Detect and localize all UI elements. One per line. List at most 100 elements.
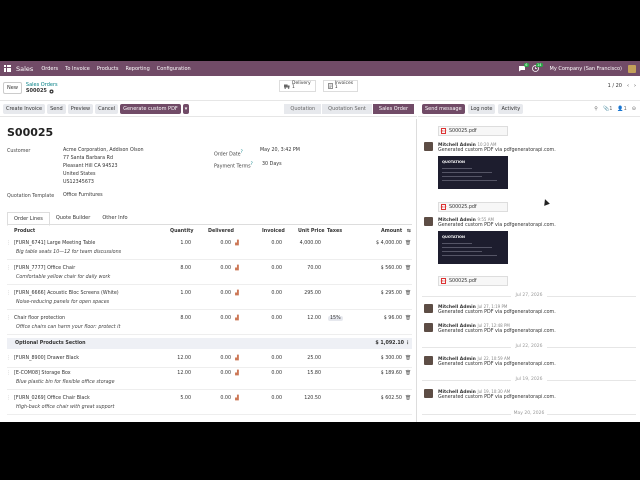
line-invoiced[interactable]: 0.00 (271, 316, 282, 321)
new-button[interactable]: New (3, 82, 22, 94)
menu-configuration[interactable]: Configuration (157, 66, 191, 72)
status-sales-order[interactable]: Sales Order (372, 103, 414, 114)
pdf-attachment[interactable]: PDF S00025.pdf (438, 126, 508, 136)
line-amount[interactable]: $ 295.00 (381, 291, 402, 296)
trash-icon[interactable]: 🗑 (405, 266, 411, 271)
trash-icon[interactable]: 🗑 (405, 241, 411, 246)
drag-handle-icon[interactable]: ⋮ (6, 371, 11, 376)
column-settings-icon[interactable]: ⇆ (407, 229, 411, 234)
activity-button[interactable]: Activity (498, 103, 524, 114)
forecast-chart-icon[interactable]: ▟ (235, 291, 239, 296)
line-quantity[interactable]: 12.00 (177, 356, 191, 361)
line-product[interactable]: [FURN_0269] Office Chair Black (14, 396, 90, 401)
col-taxes[interactable]: Taxes (327, 229, 342, 234)
line-quantity[interactable]: 5.00 (180, 396, 191, 401)
line-amount[interactable]: $ 189.60 (381, 371, 402, 376)
line-delivered[interactable]: 0.00 (220, 371, 231, 376)
menu-reporting[interactable]: Reporting (125, 66, 149, 72)
line-amount[interactable]: $ 602.50 (381, 396, 402, 401)
invoices-smart-button[interactable]: Invoices 1 (322, 80, 359, 92)
col-invoiced[interactable]: Invoiced (262, 229, 285, 234)
drag-handle-icon[interactable]: ⋮ (6, 396, 11, 401)
line-quantity[interactable]: 8.00 (180, 316, 191, 321)
attachment-paperclip-icon[interactable]: 📎1 (603, 106, 612, 112)
forecast-chart-icon[interactable]: ▟ (235, 316, 239, 321)
line-amount[interactable]: $ 560.00 (381, 266, 402, 271)
cancel-button[interactable]: Cancel (95, 103, 119, 114)
gear-icon[interactable] (49, 89, 54, 94)
line-delivered[interactable]: 0.00 (220, 241, 231, 246)
drag-handle-icon[interactable]: ⋮ (6, 291, 11, 296)
line-product[interactable]: [FURN_6666] Acoustic Bloc Screens (White… (14, 291, 119, 296)
line-invoiced[interactable]: 0.00 (271, 241, 282, 246)
drag-handle-icon[interactable]: ⋮ (6, 266, 11, 271)
status-quotation[interactable]: Quotation (284, 103, 322, 114)
pdf-attachment[interactable]: PDF S00025.pdf (438, 202, 508, 212)
company-switcher[interactable]: My Company (San Francisco) (550, 66, 623, 72)
line-product[interactable]: [FURN_6741] Large Meeting Table (14, 241, 95, 246)
pager-prev-icon[interactable]: ‹ (627, 83, 629, 89)
col-product[interactable]: Product (14, 229, 35, 234)
section-row[interactable]: Optional Products Section $ 1,092.10 ⋮ (7, 338, 412, 349)
author-avatar[interactable] (424, 217, 433, 226)
line-unit-price[interactable]: 12.00 (307, 316, 321, 321)
quotation-template-field[interactable]: Office Furnitures (63, 192, 103, 200)
line-quantity[interactable]: 8.00 (180, 266, 191, 271)
trash-icon[interactable]: 🗑 (405, 291, 411, 296)
line-unit-price[interactable]: 120.50 (304, 396, 321, 401)
line-invoiced[interactable]: 0.00 (271, 266, 282, 271)
line-unit-price[interactable]: 4,000.00 (300, 241, 321, 246)
line-quantity[interactable]: 1.00 (180, 291, 191, 296)
line-product[interactable]: Chair floor protection (14, 316, 65, 321)
col-delivered[interactable]: Delivered (208, 229, 234, 234)
line-invoiced[interactable]: 0.00 (271, 396, 282, 401)
apps-grid-icon[interactable] (4, 65, 11, 72)
send-message-button[interactable]: Send message (422, 103, 465, 114)
forecast-chart-icon[interactable]: ▟ (235, 241, 239, 246)
line-product[interactable]: [E-COM08] Storage Box (14, 371, 71, 376)
forecast-chart-icon[interactable]: ▟ (235, 371, 239, 376)
log-note-button[interactable]: Log note (467, 103, 496, 114)
pager-next-icon[interactable]: › (634, 83, 636, 89)
trash-icon[interactable]: 🗑 (405, 396, 411, 401)
menu-orders[interactable]: Orders (41, 66, 58, 72)
line-unit-price[interactable]: 15.80 (307, 371, 321, 376)
search-icon[interactable]: ⚲ (594, 106, 598, 112)
followers-icon[interactable]: 👤1 (617, 106, 626, 112)
line-delivered[interactable]: 0.00 (220, 356, 231, 361)
section-menu-icon[interactable]: ⋮ (405, 341, 410, 346)
author-avatar[interactable] (424, 356, 433, 365)
line-product[interactable]: [FURN_7777] Office Chair (14, 266, 75, 271)
trash-icon[interactable]: 🗑 (405, 371, 411, 376)
line-quantity[interactable]: 1.00 (180, 241, 191, 246)
pdf-thumbnail[interactable]: QUOTATION (438, 231, 508, 264)
menu-to-invoice[interactable]: To Invoice (65, 66, 90, 72)
forecast-chart-icon[interactable]: ▟ (235, 266, 239, 271)
line-quantity[interactable]: 12.00 (177, 371, 191, 376)
trash-icon[interactable]: 🗑 (405, 356, 411, 361)
pdf-attachment[interactable]: PDF S00025.pdf (438, 276, 508, 286)
unfollow-icon[interactable]: ⊝ (632, 106, 636, 112)
forecast-chart-icon[interactable]: ▟ (235, 356, 239, 361)
create-invoice-button[interactable]: Create Invoice (3, 103, 46, 114)
preview-button[interactable]: Preview (67, 103, 94, 114)
line-delivered[interactable]: 0.00 (220, 396, 231, 401)
user-avatar[interactable] (628, 64, 636, 73)
order-date-field[interactable]: May 20, 3:42 PM (260, 147, 300, 155)
line-invoiced[interactable]: 0.00 (271, 356, 282, 361)
drag-handle-icon[interactable]: ⋮ (6, 241, 11, 246)
pdf-dropdown-caret-icon[interactable]: ▾ (182, 103, 190, 114)
forecast-chart-icon[interactable]: ▟ (235, 396, 239, 401)
activity-clock-icon[interactable]: 14 (531, 63, 543, 72)
pdf-thumbnail[interactable]: QUOTATION (438, 156, 508, 189)
drag-handle-icon[interactable]: ⋮ (6, 316, 11, 321)
line-delivered[interactable]: 0.00 (220, 266, 231, 271)
line-invoiced[interactable]: 0.00 (271, 291, 282, 296)
menu-products[interactable]: Products (97, 66, 119, 72)
generate-custom-pdf-button[interactable]: Generate custom PDF (120, 103, 181, 114)
author-avatar[interactable] (424, 142, 433, 151)
trash-icon[interactable]: 🗑 (405, 316, 411, 321)
app-name[interactable]: Sales (16, 65, 33, 73)
line-amount[interactable]: $ 300.00 (381, 356, 402, 361)
customer-field[interactable]: Acme Corporation, Addison Olson 77 Santa… (63, 147, 144, 187)
